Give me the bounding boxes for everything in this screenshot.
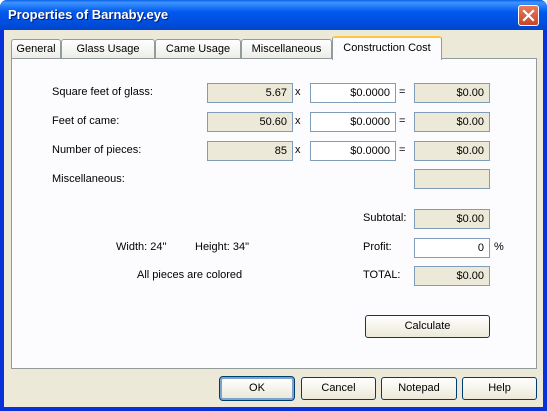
cancel-button[interactable]: Cancel <box>301 377 376 400</box>
glass-rate-input[interactable]: $0.0000 <box>310 83 396 103</box>
dialog-client-area: General Glass Usage Came Usage Miscellan… <box>4 30 543 407</box>
colored-pieces-text: All pieces are colored <box>137 269 243 281</box>
total-value: $0.00 <box>414 266 490 286</box>
subtotal-label: Subtotal: <box>363 212 407 224</box>
construction-cost-panel: Square feet of glass: 5.67 x $0.0000 = $… <box>11 58 537 369</box>
calculate-button[interactable]: Calculate <box>365 315 490 338</box>
subtotal-value: $0.00 <box>414 209 490 229</box>
multiply-sign: x <box>295 115 301 127</box>
pieces-cost-total: $0.00 <box>414 141 490 161</box>
window-title: Properties of Barnaby.eye <box>8 7 169 22</box>
profit-input[interactable]: 0 <box>414 238 490 258</box>
glass-sqft-value: 5.67 <box>207 83 293 103</box>
equals-sign: = <box>399 86 406 98</box>
profit-label: Profit: <box>363 241 392 253</box>
equals-sign: = <box>399 115 406 127</box>
glass-sqft-label: Square feet of glass: <box>52 86 153 98</box>
close-icon <box>522 9 535 22</box>
tab-glass-usage[interactable]: Glass Usage <box>61 39 155 59</box>
came-rate-input[interactable]: $0.0000 <box>310 112 396 132</box>
tab-general[interactable]: General <box>11 39 61 59</box>
equals-sign: = <box>399 144 406 156</box>
close-button[interactable] <box>518 5 539 26</box>
ok-button[interactable]: OK <box>219 376 295 401</box>
pieces-label: Number of pieces: <box>52 144 142 156</box>
pieces-value: 85 <box>207 141 293 161</box>
tab-came-usage[interactable]: Came Usage <box>155 39 241 59</box>
properties-dialog: Properties of Barnaby.eye General Glass … <box>0 0 547 411</box>
glass-cost-total: $0.00 <box>414 83 490 103</box>
notepad-button[interactable]: Notepad <box>381 377 457 400</box>
tab-miscellaneous[interactable]: Miscellaneous <box>241 39 332 59</box>
came-feet-label: Feet of came: <box>52 115 120 127</box>
came-feet-value: 50.60 <box>207 112 293 132</box>
misc-label: Miscellaneous: <box>52 173 125 185</box>
percent-sign: % <box>494 241 504 253</box>
came-cost-total: $0.00 <box>414 112 490 132</box>
total-label: TOTAL: <box>363 269 401 281</box>
width-text: Width: 24" <box>116 241 167 253</box>
multiply-sign: x <box>295 144 301 156</box>
misc-cost-field <box>414 169 490 189</box>
title-bar[interactable]: Properties of Barnaby.eye <box>0 0 547 30</box>
tab-construction-cost[interactable]: Construction Cost <box>332 36 442 60</box>
pieces-rate-input[interactable]: $0.0000 <box>310 141 396 161</box>
multiply-sign: x <box>295 86 301 98</box>
help-button[interactable]: Help <box>462 377 537 400</box>
height-text: Height: 34" <box>195 241 250 253</box>
